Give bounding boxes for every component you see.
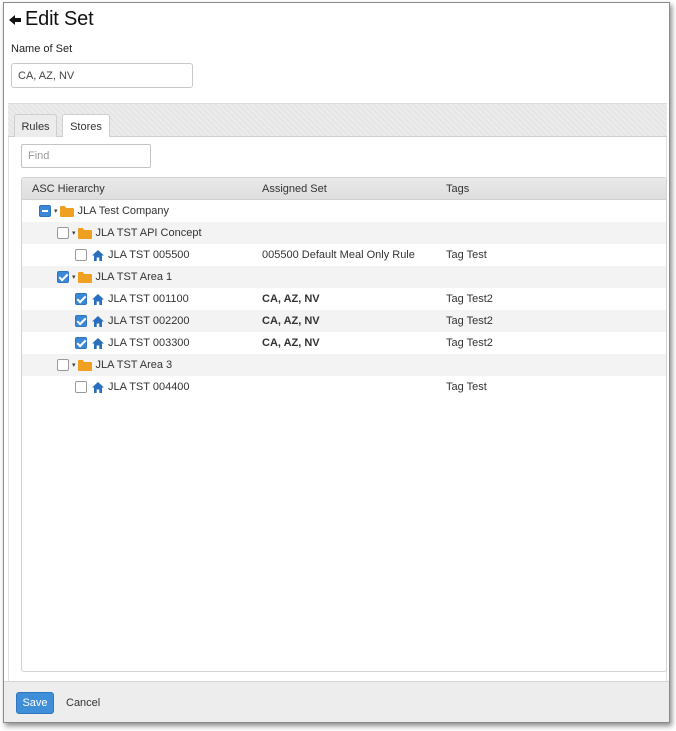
folder-icon <box>77 271 92 283</box>
page-header: Edit Set <box>4 3 669 35</box>
page-title: Edit Set <box>25 7 94 30</box>
hierarchy-cell: JLA TST 001100 <box>75 288 189 310</box>
column-header-asc-hierarchy[interactable]: ASC Hierarchy <box>32 183 105 195</box>
column-header-tags[interactable]: Tags <box>446 183 469 195</box>
assigned-set-cell: CA, AZ, NV <box>262 337 320 349</box>
tree-row[interactable]: JLA TST 001100 CA, AZ, NV Tag Test2 <box>22 288 666 310</box>
tags-cell: Tag Test2 <box>446 315 493 327</box>
home-icon <box>92 249 104 261</box>
edit-set-window: Edit Set Name of Set Rules Stores ASC Hi… <box>3 2 670 723</box>
row-checkbox[interactable] <box>75 315 87 327</box>
tree-row[interactable]: JLA TST 004400 Tag Test <box>22 376 666 398</box>
node-label[interactable]: JLA TST 002200 <box>108 315 190 327</box>
hierarchy-cell: ▾ JLA TST Area 3 <box>57 354 172 376</box>
node-label[interactable]: JLA TST Area 3 <box>96 359 173 371</box>
row-checkbox[interactable] <box>75 337 87 349</box>
node-label[interactable]: JLA TST Area 1 <box>96 271 173 283</box>
hierarchy-cell: JLA TST 003300 <box>75 332 190 354</box>
assigned-set-cell: 005500 Default Meal Only Rule <box>262 249 415 261</box>
node-label[interactable]: JLA TST 004400 <box>108 381 190 393</box>
node-label[interactable]: JLA TST 003300 <box>108 337 190 349</box>
footer-bar: Save Cancel <box>4 681 669 722</box>
row-checkbox[interactable] <box>75 249 87 261</box>
node-label[interactable]: JLA Test Company <box>78 205 170 217</box>
name-of-set-label: Name of Set <box>11 43 73 55</box>
row-checkbox[interactable] <box>57 227 69 239</box>
hierarchy-cell: JLA TST 004400 <box>75 376 190 398</box>
tree-row[interactable]: JLA TST 005500 005500 Default Meal Only R… <box>22 244 666 266</box>
caret-down-icon[interactable]: ▾ <box>72 273 76 281</box>
hierarchy-cell: ▾ JLA TST API Concept <box>57 222 202 244</box>
assigned-set-cell: CA, AZ, NV <box>262 315 320 327</box>
tags-cell: Tag Test <box>446 249 487 261</box>
tree-row[interactable]: ▾ JLA TST Area 3 <box>22 354 666 376</box>
hierarchy-cell: ▾ JLA TST Area 1 <box>57 266 172 288</box>
tree-row[interactable]: ▾ JLA TST Area 1 <box>22 266 666 288</box>
name-of-set-input[interactable] <box>11 63 193 88</box>
grid-header: ASC Hierarchy Assigned Set Tags <box>22 178 666 200</box>
folder-icon <box>59 205 74 217</box>
caret-down-icon[interactable]: ▾ <box>54 207 58 215</box>
home-icon <box>92 315 104 327</box>
caret-down-icon[interactable]: ▾ <box>72 229 76 237</box>
tags-cell: Tag Test2 <box>446 337 493 349</box>
node-label[interactable]: JLA TST 005500 <box>108 249 190 261</box>
node-label[interactable]: JLA TST API Concept <box>96 227 202 239</box>
row-checkbox[interactable] <box>75 381 87 393</box>
tree-row[interactable]: JLA TST 003300 CA, AZ, NV Tag Test2 <box>22 332 666 354</box>
home-icon <box>92 337 104 349</box>
tree-row[interactable]: ▾ JLA Test Company <box>22 200 666 222</box>
home-icon <box>92 293 104 305</box>
row-checkbox[interactable] <box>39 205 51 217</box>
folder-icon <box>77 359 92 371</box>
column-header-assigned-set[interactable]: Assigned Set <box>262 183 327 195</box>
assigned-set-cell: CA, AZ, NV <box>262 293 320 305</box>
stores-panel: ASC Hierarchy Assigned Set Tags ▾ JLA Tes… <box>8 137 667 681</box>
tags-cell: Tag Test <box>446 381 487 393</box>
row-checkbox[interactable] <box>57 359 69 371</box>
node-label[interactable]: JLA TST 001100 <box>108 293 189 305</box>
row-checkbox[interactable] <box>57 271 69 283</box>
tab-bar: Rules Stores <box>8 103 667 139</box>
caret-down-icon[interactable]: ▾ <box>72 361 76 369</box>
tree-row[interactable]: JLA TST 002200 CA, AZ, NV Tag Test2 <box>22 310 666 332</box>
hierarchy-cell: JLA TST 002200 <box>75 310 190 332</box>
tab-rules[interactable]: Rules <box>14 114 57 138</box>
home-icon <box>92 381 104 393</box>
tab-stores[interactable]: Stores <box>62 114 110 139</box>
hierarchy-cell: JLA TST 005500 <box>75 244 190 266</box>
folder-icon <box>77 227 92 239</box>
arrow-left-icon[interactable] <box>8 13 22 27</box>
find-input[interactable] <box>21 144 151 168</box>
grid-body: ▾ JLA Test Company ▾ JLA TST API Concept JLA… <box>22 200 666 398</box>
cancel-button[interactable]: Cancel <box>66 692 100 714</box>
hierarchy-grid: ASC Hierarchy Assigned Set Tags ▾ JLA Tes… <box>21 177 667 672</box>
row-checkbox[interactable] <box>75 293 87 305</box>
tree-row[interactable]: ▾ JLA TST API Concept <box>22 222 666 244</box>
hierarchy-cell: ▾ JLA Test Company <box>39 200 169 222</box>
save-button[interactable]: Save <box>16 692 54 714</box>
tags-cell: Tag Test2 <box>446 293 493 305</box>
